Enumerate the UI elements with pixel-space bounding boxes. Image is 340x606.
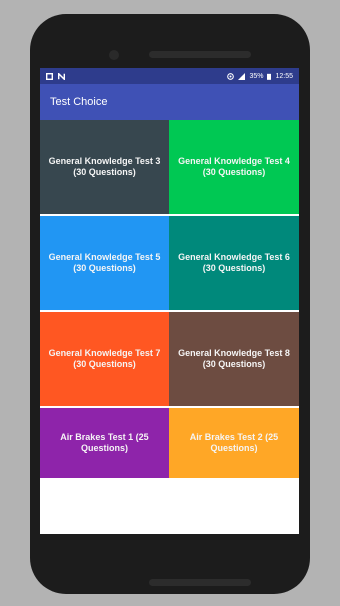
battery-icon — [267, 73, 272, 80]
bottom-speaker — [149, 579, 251, 586]
page-title: Test Choice — [50, 96, 108, 108]
image-icon — [46, 72, 53, 80]
test-grid: General Knowledge Test 3 (30 Questions) … — [40, 120, 299, 502]
camera — [109, 50, 119, 60]
test-tile-gk8[interactable]: General Knowledge Test 8 (30 Questions) — [169, 312, 299, 406]
signal-icon — [238, 72, 246, 80]
test-tile-ab2[interactable]: Air Brakes Test 2 (25 Questions) — [169, 408, 299, 478]
location-icon — [227, 72, 235, 80]
screen: 35% 12:55 Test Choice General Knowledge … — [40, 68, 299, 534]
test-tile-gk4[interactable]: General Knowledge Test 4 (30 Questions) — [169, 120, 299, 214]
top-speaker — [149, 51, 251, 58]
test-tile-gk5[interactable]: General Knowledge Test 5 (30 Questions) — [40, 216, 169, 310]
test-tile-ab1[interactable]: Air Brakes Test 1 (25 Questions) — [40, 408, 169, 478]
test-tile-gk6[interactable]: General Knowledge Test 6 (30 Questions) — [169, 216, 299, 310]
status-bar: 35% 12:55 — [40, 68, 299, 84]
battery-percent: 35% — [249, 72, 264, 80]
test-tile-gk3[interactable]: General Knowledge Test 3 (30 Questions) — [40, 120, 169, 214]
clock: 12:55 — [275, 72, 293, 80]
test-tile-gk7[interactable]: General Knowledge Test 7 (30 Questions) — [40, 312, 169, 406]
n-icon — [58, 72, 65, 80]
app-bar: Test Choice — [40, 84, 299, 120]
